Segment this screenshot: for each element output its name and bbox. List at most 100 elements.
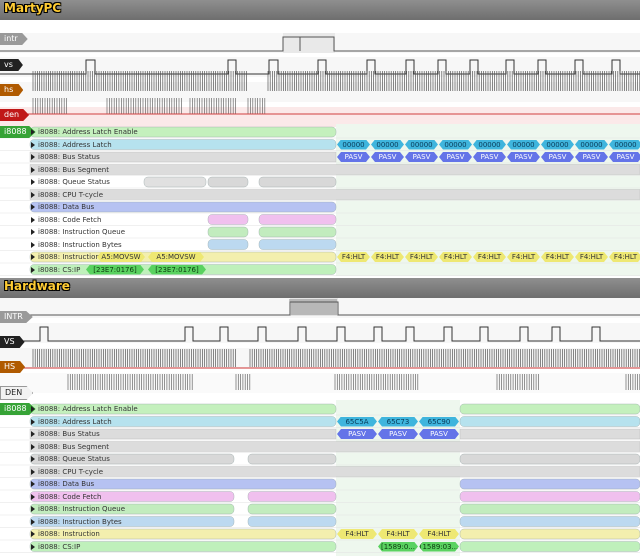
- row-label[interactable]: i8088: Data Bus: [31, 478, 94, 490]
- row-label[interactable]: i8088: Instruction: [31, 528, 100, 540]
- bus-status-chip[interactable]: PASV: [439, 152, 472, 162]
- address-value-chip[interactable]: 00000: [405, 140, 438, 150]
- row-label[interactable]: i8088: Instruction Bytes: [31, 516, 122, 528]
- row-label[interactable]: i8088: Instruction Bytes: [31, 239, 122, 251]
- signal-label-intr[interactable]: INTR: [0, 311, 33, 323]
- instruction-chip[interactable]: F4:HLT: [609, 252, 640, 262]
- csip-chip[interactable]: [23E7:0176]: [148, 265, 206, 275]
- bus-status-chip[interactable]: PASV: [378, 429, 418, 439]
- expand-triangle-icon[interactable]: [31, 154, 35, 160]
- row-label[interactable]: i8088: Bus Segment: [31, 164, 109, 176]
- expand-triangle-icon[interactable]: [31, 468, 35, 475]
- row-label[interactable]: i8088: CS:IP: [31, 264, 80, 276]
- expand-triangle-icon[interactable]: [31, 179, 35, 185]
- row-label[interactable]: i8088: Instruction Queue: [31, 226, 125, 238]
- row-label[interactable]: i8088: CPU T-cycle: [31, 189, 103, 201]
- row-label[interactable]: i8088: Data Bus: [31, 201, 94, 213]
- bus-status-chip[interactable]: PASV: [575, 152, 608, 162]
- row-label[interactable]: i8088: CS:IP: [31, 541, 80, 553]
- expand-triangle-icon[interactable]: [31, 456, 35, 462]
- bus-status-chip[interactable]: PASV: [337, 429, 377, 439]
- row-label[interactable]: i8088: Bus Status: [31, 151, 100, 163]
- row-label[interactable]: i8088: Address Latch: [31, 139, 112, 151]
- expand-triangle-icon[interactable]: [31, 506, 35, 512]
- expand-triangle-icon[interactable]: [31, 191, 35, 198]
- expand-triangle-icon[interactable]: [31, 418, 35, 425]
- bus-status-chip[interactable]: PASV: [507, 152, 540, 162]
- instruction-chip[interactable]: A5:MOVSW: [97, 252, 145, 262]
- row-label[interactable]: i8088: CPU T-cycle: [31, 466, 103, 478]
- expand-triangle-icon[interactable]: [31, 216, 35, 223]
- address-value-chip[interactable]: 65C90: [419, 417, 459, 427]
- signal-label-den[interactable]: den: [0, 109, 30, 121]
- csip-chip[interactable]: [1589:0...: [378, 542, 418, 552]
- instruction-chip[interactable]: F4:HLT: [371, 252, 404, 262]
- row-label[interactable]: i8088: Bus Segment: [31, 441, 109, 453]
- instruction-chip[interactable]: F4:HLT: [575, 252, 608, 262]
- address-value-chip[interactable]: 00000: [541, 140, 574, 150]
- signal-label-intr[interactable]: intr: [0, 33, 28, 45]
- expand-triangle-icon[interactable]: [31, 129, 35, 135]
- address-value-chip[interactable]: 00000: [439, 140, 472, 150]
- instruction-chip[interactable]: F4:HLT: [541, 252, 574, 262]
- row-label[interactable]: i8088: Address Latch Enable: [31, 403, 138, 415]
- row-label[interactable]: i8088: Instruction Queue: [31, 503, 125, 515]
- expand-triangle-icon[interactable]: [31, 141, 35, 148]
- expand-triangle-icon[interactable]: [31, 406, 35, 412]
- row-label[interactable]: i8088: Queue Status: [31, 453, 110, 465]
- instruction-chip[interactable]: A5:MOVSW: [148, 252, 204, 262]
- address-value-chip[interactable]: 00000: [371, 140, 404, 150]
- expand-triangle-icon[interactable]: [31, 493, 35, 500]
- row-label-text: i8088: Queue Status: [38, 178, 110, 186]
- instruction-chip[interactable]: F4:HLT: [507, 252, 540, 262]
- expand-triangle-icon[interactable]: [31, 204, 35, 210]
- address-value-chip[interactable]: 00000: [337, 140, 370, 150]
- expand-triangle-icon[interactable]: [31, 241, 35, 248]
- bus-status-chip[interactable]: PASV: [609, 152, 640, 162]
- bus-status-chip[interactable]: PASV: [405, 152, 438, 162]
- instruction-chip[interactable]: F4:HLT: [473, 252, 506, 262]
- expand-triangle-icon[interactable]: [31, 543, 35, 550]
- expand-triangle-icon[interactable]: [31, 254, 35, 260]
- bus-status-chip[interactable]: PASV: [473, 152, 506, 162]
- row-label[interactable]: i8088: Address Latch: [31, 416, 112, 428]
- row-label[interactable]: i8088: Bus Status: [31, 428, 100, 440]
- csip-chip[interactable]: [1589:03...: [419, 542, 459, 552]
- address-value-chip[interactable]: 65C73: [378, 417, 418, 427]
- instruction-chip[interactable]: F4:HLT: [337, 529, 377, 539]
- signal-label-hs[interactable]: hs: [0, 84, 24, 96]
- instruction-chip[interactable]: F4:HLT: [419, 529, 459, 539]
- expand-triangle-icon[interactable]: [31, 166, 35, 173]
- bus-status-chip[interactable]: PASV: [541, 152, 574, 162]
- address-value-chip[interactable]: 00000: [609, 140, 640, 150]
- row-label[interactable]: i8088: Instruction: [31, 251, 100, 263]
- row-label[interactable]: i8088: Code Fetch: [31, 214, 101, 226]
- instruction-chip[interactable]: F4:HLT: [378, 529, 418, 539]
- csip-chip[interactable]: [23E7:0176]: [86, 265, 144, 275]
- expand-triangle-icon[interactable]: [31, 443, 35, 450]
- instruction-chip[interactable]: F4:HLT: [439, 252, 472, 262]
- signal-label-vs[interactable]: vs: [0, 59, 23, 71]
- instruction-chip[interactable]: F4:HLT: [337, 252, 370, 262]
- bus-status-chip[interactable]: PASV: [419, 429, 459, 439]
- den-trace: [625, 374, 640, 390]
- address-value-chip[interactable]: 00000: [507, 140, 540, 150]
- signal-label-den[interactable]: DEN: [0, 386, 34, 400]
- signal-label-hs[interactable]: HS: [0, 361, 26, 373]
- address-value-chip[interactable]: 65C5A: [337, 417, 377, 427]
- address-value-chip[interactable]: 00000: [575, 140, 608, 150]
- expand-triangle-icon[interactable]: [31, 518, 35, 525]
- row-label[interactable]: i8088: Queue Status: [31, 176, 110, 188]
- row-label[interactable]: i8088: Address Latch Enable: [31, 126, 138, 138]
- expand-triangle-icon[interactable]: [31, 266, 35, 273]
- expand-triangle-icon[interactable]: [31, 229, 35, 235]
- expand-triangle-icon[interactable]: [31, 431, 35, 437]
- bus-status-chip[interactable]: PASV: [337, 152, 370, 162]
- bus-status-chip[interactable]: PASV: [371, 152, 404, 162]
- row-label[interactable]: i8088: Code Fetch: [31, 491, 101, 503]
- signal-label-vs[interactable]: VS: [0, 336, 25, 348]
- expand-triangle-icon[interactable]: [31, 531, 35, 537]
- address-value-chip[interactable]: 00000: [473, 140, 506, 150]
- instruction-chip[interactable]: F4:HLT: [405, 252, 438, 262]
- expand-triangle-icon[interactable]: [31, 481, 35, 487]
